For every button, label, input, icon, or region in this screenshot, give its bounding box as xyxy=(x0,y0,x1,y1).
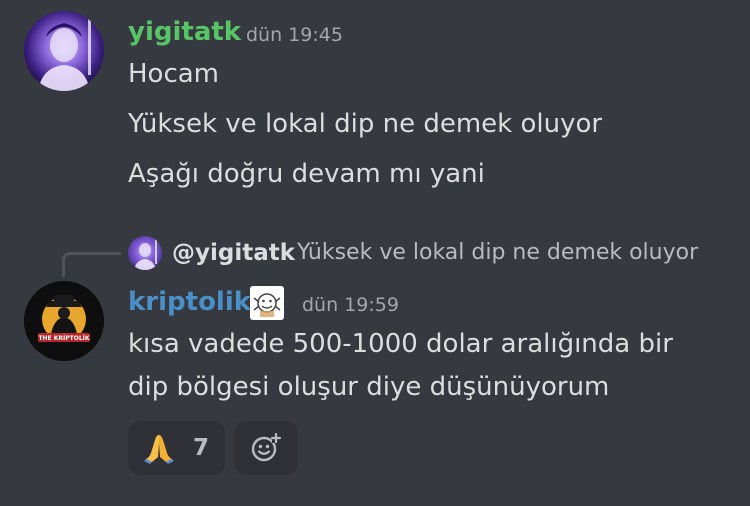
message-line: Aşağı doğru devam mı yani xyxy=(128,159,485,189)
message-line: kısa vadede 500-1000 dolar aralığında bi… xyxy=(128,329,673,359)
chat-view: yigitatk dün 19:45 Hocam Yüksek ve lokal… xyxy=(0,0,750,506)
reply-avatar[interactable] xyxy=(128,236,162,270)
avatar-kriptolik-image: THE KRİPTOLİK xyxy=(24,281,104,361)
avatar-kriptolik[interactable]: THE KRİPTOLİK xyxy=(24,281,104,361)
message-line: dip bölgesi oluşur diye düşünüyorum xyxy=(128,372,610,402)
message-timestamp: dün 19:59 xyxy=(302,294,399,316)
role-badge-icon[interactable] xyxy=(250,286,284,320)
reaction-button[interactable]: 7 xyxy=(128,421,225,475)
author-name[interactable]: yigitatk xyxy=(128,16,241,48)
avatar-banner-text: THE KRİPTOLİK xyxy=(38,335,89,342)
reply-mention[interactable]: @yigitatk xyxy=(172,239,295,267)
message-timestamp: dün 19:45 xyxy=(246,24,343,46)
add-reaction-button[interactable] xyxy=(234,421,298,475)
folded-hands-icon xyxy=(144,435,174,464)
avatar-yigitatk[interactable] xyxy=(24,11,104,91)
reply-preview-text[interactable]: Yüksek ve lokal dip ne demek oluyor xyxy=(297,239,698,267)
avatar-yigitatk-image xyxy=(24,11,104,91)
message-line: Yüksek ve lokal dip ne demek oluyor xyxy=(128,109,603,139)
message-line: Hocam xyxy=(128,59,220,89)
meme-face-icon xyxy=(253,293,281,317)
author-name[interactable]: kriptolik xyxy=(128,286,251,318)
add-emoji-icon xyxy=(251,432,282,462)
reaction-count: 7 xyxy=(193,435,210,461)
reply-connector xyxy=(62,252,121,277)
reply-avatar-image xyxy=(134,238,157,270)
